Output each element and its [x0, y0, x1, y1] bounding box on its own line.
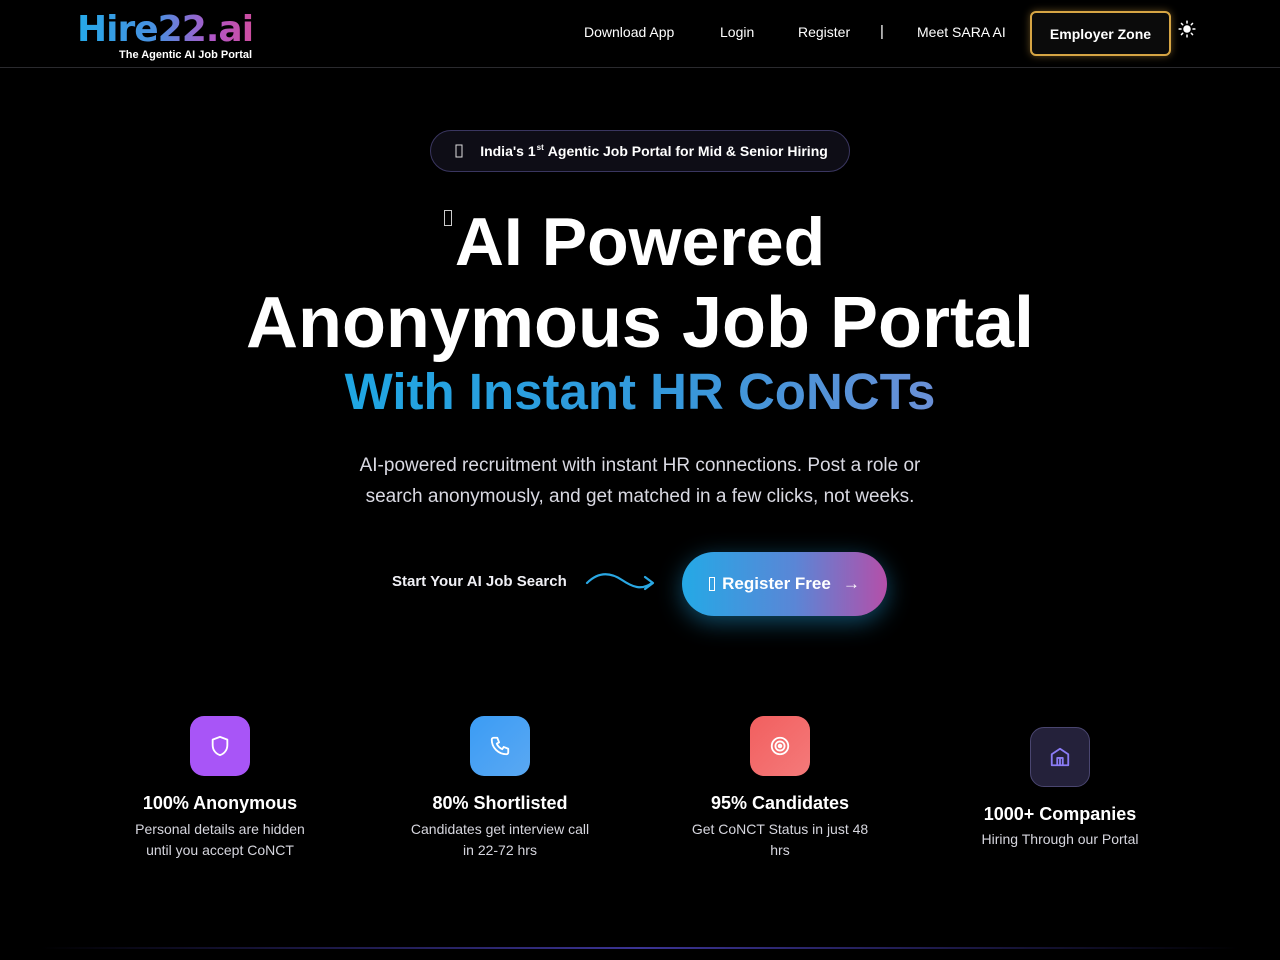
- top-navbar: Hire22.ai The Agentic AI Job Portal Down…: [0, 0, 1280, 68]
- hero-title-line1: AI Powered: [454, 204, 826, 280]
- stat-title: 80% Shortlisted: [432, 793, 568, 813]
- hero-badge: India's 1st Agentic Job Portal for Mid & …: [430, 130, 850, 172]
- hero-title-line2: Anonymous Job Portal: [245, 283, 1035, 363]
- arrow-right-icon: →: [842, 574, 860, 593]
- phone-icon: [490, 736, 510, 756]
- stat-description: Personal details are hidden until you ac…: [135, 821, 305, 858]
- register-free-button[interactable]: Register Free →: [682, 552, 887, 616]
- stat-card-anonymous: 100% Anonymous Personal details are hidd…: [120, 716, 320, 861]
- cta-label: Start Your AI Job Search: [392, 573, 567, 590]
- section-divider: [40, 947, 1240, 949]
- hero-subtitle: AI-powered recruitment with instant HR c…: [359, 455, 921, 507]
- theme-toggle-button[interactable]: [1176, 18, 1198, 40]
- nav-register[interactable]: Register: [798, 24, 850, 40]
- shield-icon: [211, 735, 229, 757]
- register-glyph-icon: [709, 577, 716, 591]
- stat-icon-tile: [470, 716, 530, 776]
- stat-description: Hiring Through our Portal: [981, 831, 1139, 847]
- stat-title: 1000+ Companies: [983, 804, 1137, 824]
- employer-zone-button[interactable]: Employer Zone: [1030, 11, 1171, 56]
- target-icon: [770, 736, 790, 756]
- stat-icon-tile: [750, 716, 810, 776]
- stat-description: Get CoNCT Status in just 48 hrs: [691, 821, 869, 858]
- stat-card-companies: 1000+ Companies Hiring Through our Porta…: [960, 727, 1160, 850]
- stat-title: 95% Candidates: [710, 793, 850, 813]
- sun-icon: [1178, 20, 1196, 38]
- logo-tagline: The Agentic AI Job Portal: [119, 49, 253, 61]
- badge-glyph-icon: [452, 144, 466, 158]
- stat-icon-tile: [190, 716, 250, 776]
- building-icon: [1050, 747, 1070, 767]
- register-label: Register Free: [722, 574, 831, 593]
- stat-description: Candidates get interview call in 22-72 h…: [410, 821, 590, 858]
- nav-separator: |: [880, 23, 884, 40]
- stat-card-shortlisted: 80% Shortlisted Candidates get interview…: [400, 716, 600, 861]
- brand-logo[interactable]: Hire22.ai The Agentic AI Job Portal: [77, 10, 257, 64]
- curved-arrow-icon: [585, 573, 655, 591]
- nav-meet-sara[interactable]: Meet SARA AI: [917, 24, 1006, 40]
- stat-title: 100% Anonymous: [142, 793, 298, 813]
- nav-download-app[interactable]: Download App: [584, 24, 674, 40]
- nav-login[interactable]: Login: [720, 24, 754, 40]
- hero-title-gradient: With Instant HR CoNCTs: [344, 363, 936, 420]
- stat-icon-tile: [1030, 727, 1090, 787]
- logo-wordmark: Hire22.ai: [77, 10, 257, 50]
- stat-card-candidates: 95% Candidates Get CoNCT Status in just …: [680, 716, 880, 861]
- badge-text: India's 1st Agentic Job Portal for Mid & …: [480, 143, 828, 159]
